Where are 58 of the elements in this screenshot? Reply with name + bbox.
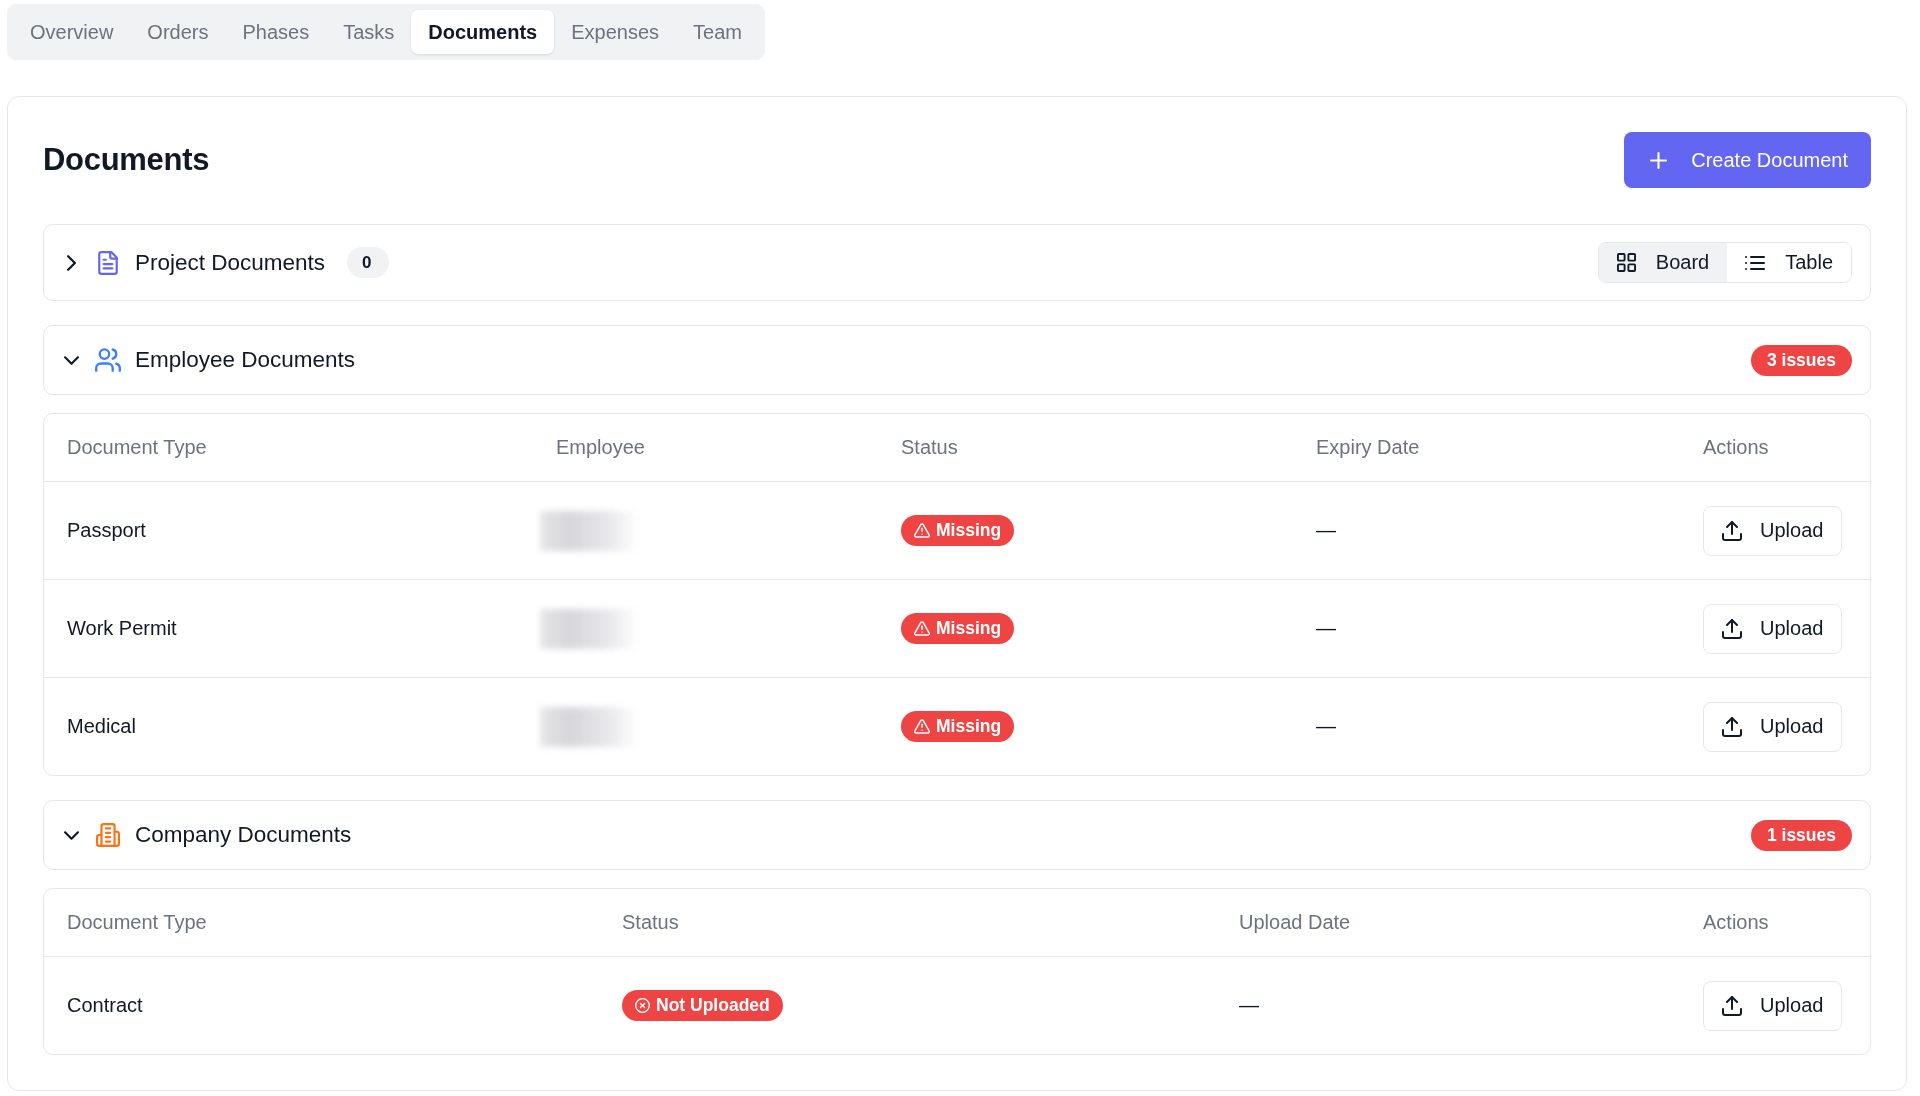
upload-button[interactable]: Upload bbox=[1703, 603, 1843, 654]
page-title: Documents bbox=[43, 142, 210, 178]
column-header: Upload Date bbox=[1238, 911, 1352, 934]
table-cell: — bbox=[1316, 617, 1336, 640]
tab[interactable]: Expenses bbox=[554, 10, 677, 54]
column-header: Document Type bbox=[66, 911, 208, 934]
create-document-button[interactable]: Create Document bbox=[1624, 132, 1871, 188]
status-badge: Missing bbox=[901, 613, 1015, 644]
upload-icon bbox=[1722, 618, 1742, 639]
people-icon bbox=[95, 348, 121, 372]
column-header: Expiry Date bbox=[1315, 436, 1421, 459]
table-cell: Passport bbox=[67, 519, 146, 542]
status-badge: Missing bbox=[901, 515, 1015, 546]
grid-icon bbox=[1616, 253, 1636, 272]
upload-button[interactable]: Upload bbox=[1703, 980, 1843, 1031]
upload-button[interactable]: Upload bbox=[1703, 505, 1843, 556]
upload-icon bbox=[1722, 716, 1742, 737]
warning-icon bbox=[914, 621, 930, 636]
column-header: Actions bbox=[1702, 436, 1770, 459]
plus-icon bbox=[1650, 151, 1668, 169]
tab[interactable]: Team bbox=[676, 10, 759, 54]
warning-icon bbox=[914, 719, 930, 734]
building-icon bbox=[96, 823, 120, 847]
column-header: Status bbox=[900, 436, 959, 459]
issues-badge: 3 issues bbox=[1750, 344, 1852, 376]
upload-button[interactable]: Upload bbox=[1703, 701, 1843, 752]
count-badge: 0 bbox=[347, 247, 390, 278]
tab[interactable]: Phases bbox=[225, 10, 327, 54]
upload-icon bbox=[1722, 995, 1742, 1016]
status-badge: Missing bbox=[901, 711, 1015, 742]
table-cell: — bbox=[1239, 994, 1259, 1017]
tab[interactable]: Tasks bbox=[326, 10, 412, 54]
section-title: Employee Documents bbox=[135, 346, 356, 374]
section-header[interactable]: Project Documents 0 Board Table bbox=[43, 224, 1871, 301]
tab[interactable]: Documents bbox=[411, 10, 555, 54]
section-header[interactable]: Employee Documents 3 issues bbox=[43, 325, 1871, 395]
list-icon bbox=[1745, 255, 1766, 270]
table-cell: Medical bbox=[67, 715, 136, 738]
column-header: Status bbox=[621, 911, 680, 934]
table-cell: Work Permit bbox=[67, 617, 177, 640]
table-cell: — bbox=[1316, 519, 1336, 542]
column-header: Employee bbox=[555, 436, 646, 459]
section-title: Project Documents bbox=[135, 248, 326, 277]
table-cell: Contract bbox=[67, 994, 143, 1017]
warning-icon bbox=[914, 523, 930, 538]
section-header[interactable]: Company Documents 1 issues bbox=[43, 800, 1871, 870]
issues-badge: 1 issues bbox=[1750, 819, 1852, 851]
tab[interactable]: Overview bbox=[13, 10, 131, 54]
x-circle-icon bbox=[635, 998, 650, 1013]
tab[interactable]: Orders bbox=[130, 10, 226, 54]
document-icon bbox=[98, 250, 118, 275]
table-cell: — bbox=[1316, 715, 1336, 738]
status-badge: Not Uploaded bbox=[622, 990, 783, 1021]
section-title: Company Documents bbox=[135, 821, 352, 849]
upload-icon bbox=[1722, 520, 1742, 541]
column-header: Document Type bbox=[66, 436, 208, 459]
column-header: Actions bbox=[1702, 911, 1770, 934]
view-option[interactable]: Board bbox=[1598, 243, 1728, 282]
